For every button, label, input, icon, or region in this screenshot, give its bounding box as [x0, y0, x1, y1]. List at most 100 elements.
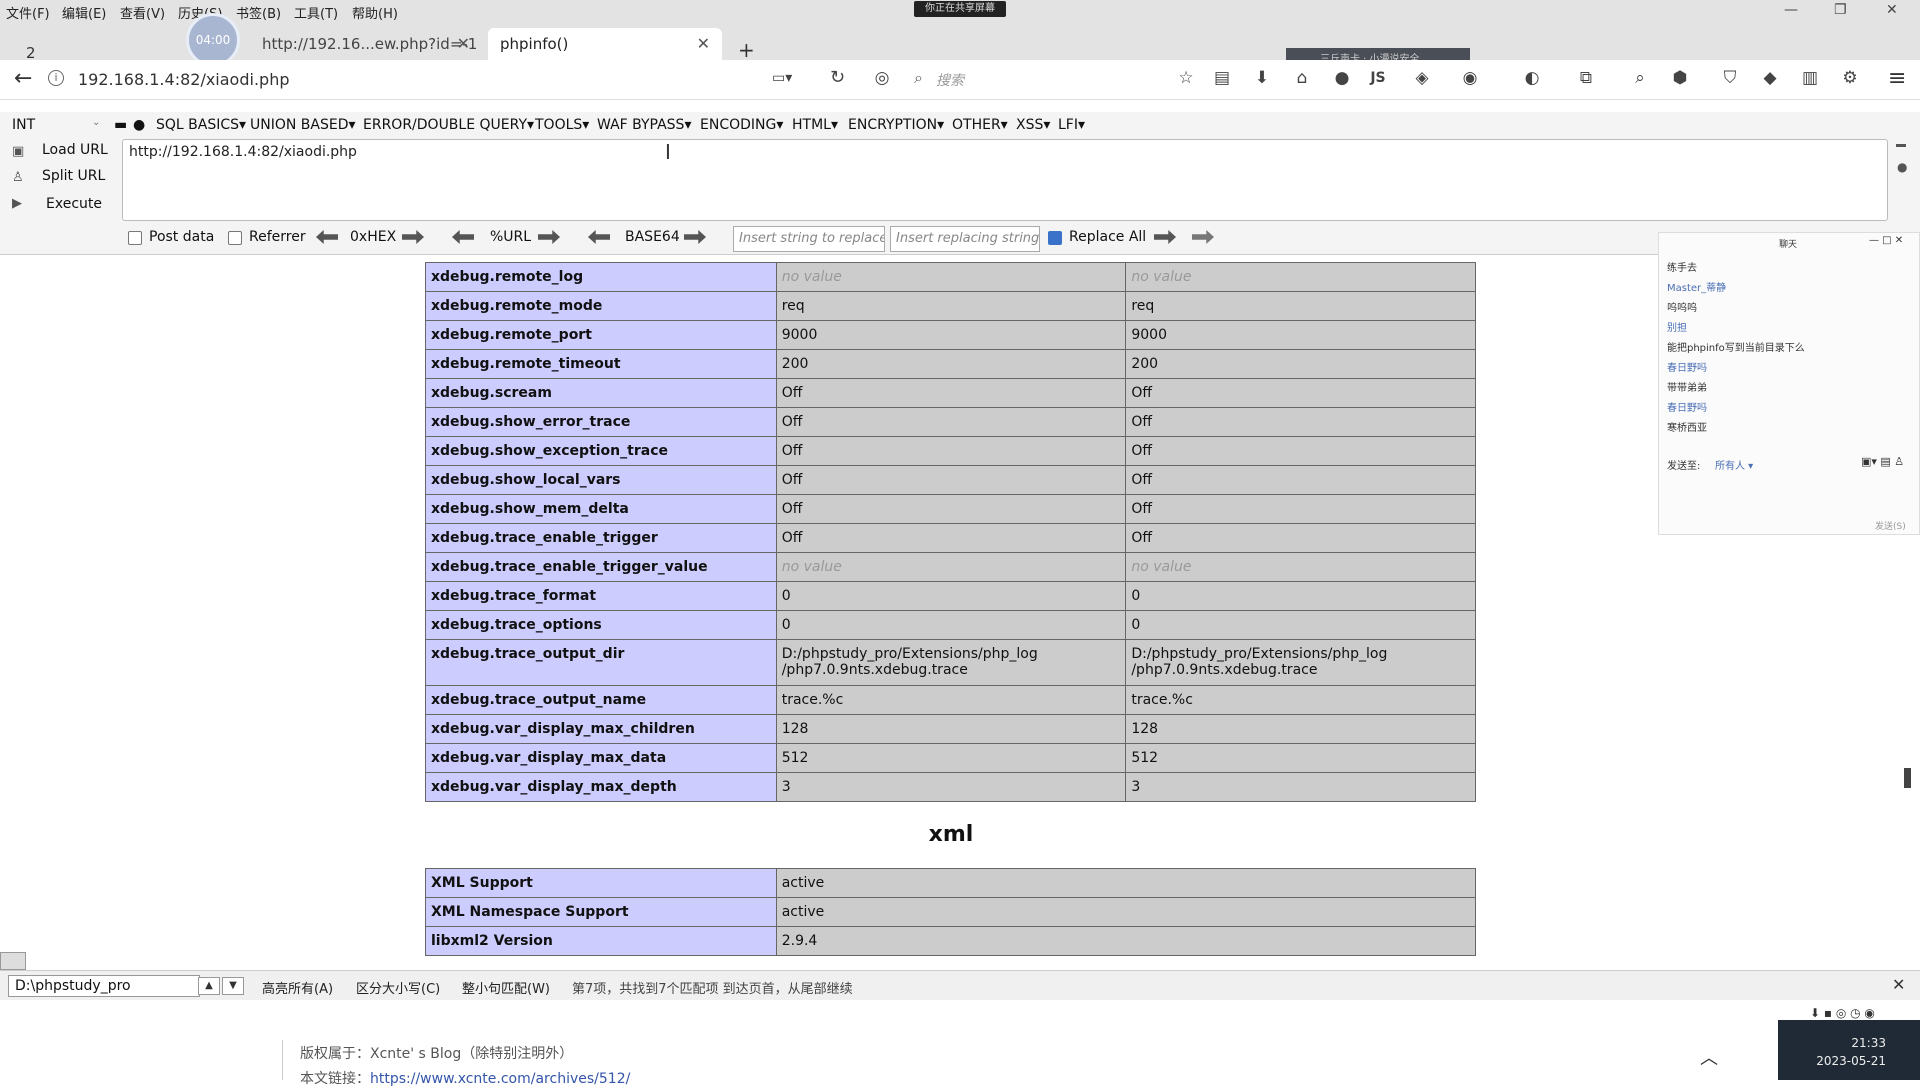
whole-words-option[interactable]: 整小句匹配(W) — [462, 978, 550, 997]
menu-union-based[interactable]: UNION BASED▾ — [250, 117, 356, 133]
reload-icon[interactable]: ↻ — [830, 67, 845, 88]
post-data-checkbox[interactable] — [128, 231, 142, 245]
encode-base64-arrow-icon[interactable] — [684, 230, 706, 244]
directive-name: xdebug.show_exception_trace — [425, 436, 777, 466]
find-next-button[interactable]: ▼ — [222, 977, 244, 995]
execute-button[interactable]: Execute — [46, 196, 102, 212]
download-icon[interactable]: ⬇ — [1252, 68, 1272, 88]
library-icon[interactable]: ▥ — [1800, 68, 1820, 88]
encode-url-arrow-icon[interactable] — [538, 230, 560, 244]
master-value: 512 — [1125, 743, 1476, 773]
insert-replacing-input[interactable]: Insert replacing string — [890, 226, 1040, 252]
zoom-icon[interactable]: ⌕ — [1630, 68, 1650, 88]
hackbar-url-textarea[interactable]: http://192.168.1.4:82/xiaodi.php — [122, 139, 1888, 221]
table-row: xdebug.scream Off Off — [425, 378, 1476, 408]
decode-url-arrow-icon[interactable] — [452, 230, 474, 244]
dot-icon[interactable]: ● — [1897, 160, 1907, 174]
menu-sql-basics[interactable]: SQL BASICS▾ — [156, 117, 246, 133]
menu-html[interactable]: HTML▾ — [792, 117, 838, 133]
local-value: 9000 — [775, 320, 1127, 350]
globe-icon[interactable]: ◎ — [872, 68, 892, 88]
extension-icon[interactable]: ● — [1332, 68, 1352, 88]
scrollbar-thumb[interactable] — [1904, 768, 1911, 788]
hackbar-icon[interactable]: ◆ — [1760, 68, 1780, 88]
replace-arrow-icon[interactable] — [1154, 230, 1176, 244]
menu-help[interactable]: 帮助(H) — [352, 3, 398, 22]
js-toggle-icon[interactable]: JS — [1368, 68, 1388, 88]
decode-base64-arrow-icon[interactable] — [588, 230, 610, 244]
home-icon[interactable]: ⌂ — [1292, 68, 1312, 88]
tab-phpinfo[interactable]: phpinfo() ✕ — [488, 28, 722, 60]
permalink-link[interactable]: https://www.xcnte.com/archives/512/ — [370, 1071, 630, 1087]
replace-back-arrow-icon[interactable] — [1192, 230, 1214, 244]
minus-icon[interactable]: ▬ — [114, 117, 127, 133]
menu-bookmarks[interactable]: 书签(B) — [236, 3, 281, 22]
insert-string-input[interactable]: Insert string to replace — [733, 226, 885, 252]
find-previous-button[interactable]: ▲ — [198, 977, 220, 995]
close-tab-icon[interactable]: ✕ — [697, 28, 710, 60]
split-url-button[interactable]: Split URL — [42, 168, 105, 184]
new-tab-button[interactable]: + — [738, 38, 755, 62]
minus-icon[interactable] — [1896, 144, 1906, 147]
master-value: 0 — [1125, 610, 1476, 640]
menu-tools[interactable]: TOOLS▾ — [535, 117, 589, 133]
minimize-icon[interactable]: — — [1784, 2, 1798, 18]
tray-icons[interactable]: ⬇ ▪ ◎ ◷ ◉ — [1810, 1006, 1875, 1020]
directive-name: xdebug.var_display_max_data — [425, 743, 777, 773]
encode-hex-arrow-icon[interactable] — [402, 230, 424, 244]
decode-hex-arrow-icon[interactable] — [316, 230, 338, 244]
menu-view[interactable]: 查看(V) — [120, 3, 165, 22]
close-icon[interactable]: ✕ — [1892, 975, 1905, 994]
reading-list-icon[interactable]: ▤ — [1212, 68, 1232, 88]
back-arrow-icon[interactable]: ← — [14, 66, 32, 91]
chat-tool-icons[interactable]: ▣▾ ▤ ♙ — [1861, 455, 1904, 468]
tab-union-query[interactable]: http://192.16...ew.php?id=-1 ✕ — [250, 28, 482, 60]
load-url-button[interactable]: Load URL — [42, 142, 108, 158]
send-button[interactable]: 发送(S) — [1875, 519, 1906, 532]
replace-all-checkbox[interactable] — [1048, 231, 1062, 245]
type-select[interactable]: INT — [12, 117, 35, 133]
screenshot-icon[interactable]: ▭▾ — [772, 68, 792, 88]
sync-icon[interactable]: ⧉ — [1576, 68, 1596, 88]
star-icon[interactable]: ☆ — [1176, 68, 1196, 88]
menu-encryption[interactable]: ENCRYPTION▾ — [848, 117, 944, 133]
restore-icon[interactable]: ❐ — [1834, 2, 1847, 18]
menu-error-double-query[interactable]: ERROR/DOUBLE QUERY▾ — [363, 117, 534, 133]
site-info-icon[interactable]: i — [48, 70, 64, 86]
menu-xss[interactable]: XSS▾ — [1016, 117, 1050, 133]
close-window-icon[interactable]: ✕ — [1886, 2, 1898, 18]
menu-tools[interactable]: 工具(T) — [294, 3, 338, 22]
cookie-icon[interactable]: ◉ — [1460, 68, 1480, 88]
dot-icon[interactable]: ● — [133, 117, 145, 133]
chat-window-controls[interactable]: — □ ✕ — [1869, 235, 1903, 246]
match-case-option[interactable]: 区分大小写(C) — [356, 978, 440, 997]
menu-waf-bypass[interactable]: WAF BYPASS▾ — [597, 117, 691, 133]
permalink-label: 本文链接： — [300, 1071, 370, 1087]
send-to-select[interactable]: 所有人 ▾ — [1715, 457, 1753, 472]
chat-window[interactable]: 聊天 — □ ✕ 练手去 Master_蒂静 呜呜呜 别担 能把phpinfo写… — [1658, 232, 1920, 535]
hamburger-menu-icon[interactable]: ≡ — [1888, 66, 1906, 91]
menu-file[interactable]: 文件(F) — [6, 3, 50, 22]
menu-encoding[interactable]: ENCODING▾ — [700, 117, 783, 133]
directive-name: xdebug.trace_output_name — [425, 685, 777, 715]
wappalyzer-icon[interactable]: ◐ — [1522, 68, 1542, 88]
chevron-up-icon[interactable]: ︿ — [1700, 1044, 1718, 1070]
close-tab-icon[interactable]: ✕ — [457, 28, 470, 60]
table-row: xdebug.var_display_max_data 512 512 — [425, 743, 1476, 773]
menu-other[interactable]: OTHER▾ — [952, 117, 1008, 133]
system-taskbar — [1778, 1020, 1920, 1080]
proxy-icon[interactable]: ◈ — [1412, 68, 1432, 88]
chevron-down-icon[interactable]: ⌄ — [92, 117, 100, 128]
local-value: 0 — [775, 581, 1127, 611]
search-input[interactable]: 搜索 — [936, 70, 964, 90]
sidebar-toggle-icon[interactable] — [0, 952, 26, 970]
referrer-checkbox[interactable] — [228, 231, 242, 245]
shield-icon[interactable]: ⛉ — [1720, 68, 1740, 88]
adblock-icon[interactable]: ⬢ — [1670, 68, 1690, 88]
settings-icon[interactable]: ⚙ — [1840, 68, 1860, 88]
find-input[interactable]: D:\phpstudy_pro — [8, 975, 200, 997]
menu-lfi[interactable]: LFI▾ — [1058, 117, 1085, 133]
menu-edit[interactable]: 编辑(E) — [62, 3, 106, 22]
address-bar[interactable]: 192.168.1.4:82/xiaodi.php — [78, 70, 289, 89]
highlight-all-option[interactable]: 高亮所有(A) — [262, 978, 333, 997]
